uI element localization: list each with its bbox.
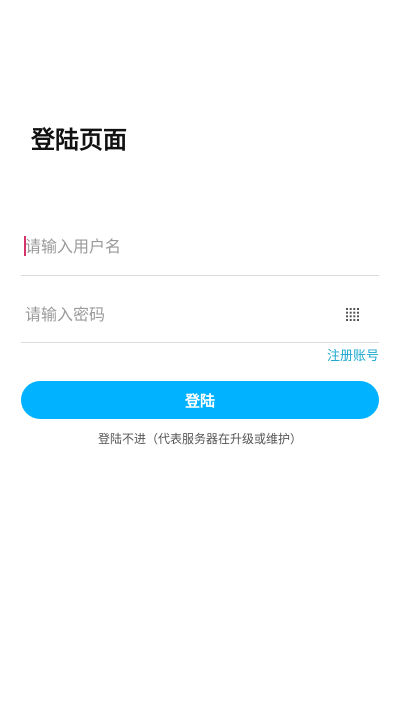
login-button[interactable]: 登陆 xyxy=(21,381,379,419)
password-field[interactable] xyxy=(21,301,379,343)
register-link[interactable]: 注册账号 xyxy=(327,348,379,366)
login-notice: 登陆不进（代表服务器在升级或维护） xyxy=(97,432,302,446)
page-title: 登陆页面 xyxy=(31,126,127,154)
username-input[interactable] xyxy=(21,233,325,259)
text-cursor xyxy=(24,236,26,256)
password-input[interactable] xyxy=(21,301,325,327)
username-field[interactable] xyxy=(21,233,379,276)
keypad-icon[interactable] xyxy=(346,308,359,321)
